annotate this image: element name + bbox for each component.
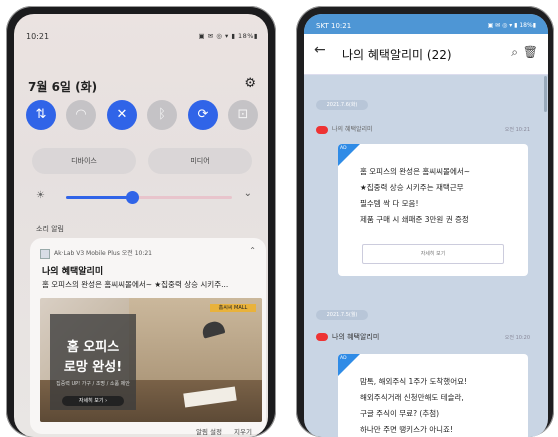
sender-name: 나의 혜택알리미 [332,333,380,341]
wifi-icon[interactable]: ◠ [66,100,96,130]
notification-title: 나의 혜택알리미 [42,267,104,277]
status-bar: SKT 10:21 ▣ ✉ ◎ ▾ ▮ 18%▮ [304,14,548,34]
bluetooth-icon[interactable]: ᛒ [147,100,177,130]
message-bubble[interactable]: AD 맘톡, 해외주식 1주가 도착했어요! 해외주식거래 신청만해도 테슬라,… [338,354,528,437]
message-time: 오전 10:21 [504,127,530,133]
message-time: 오전 10:20 [504,335,530,341]
status-indicators: ▣ ✉ ◎ ▾ ▮ 18%▮ [198,32,258,40]
brightness-thumb[interactable] [126,191,140,204]
notification-image[interactable]: 홈씨씨 MALL 홈 오피스 로망 완성! 집중력 UP! 가구 / 조명 / … [40,298,262,422]
status-bar: 10:21 ▣ ✉ ◎ ▾ ▮ 18%▮ [26,30,258,44]
app-bar: ← 나의 혜택알리미 (22) ⌕ 🗑 [304,34,548,75]
notification-header-text: Ak·Lab V3 Mobile Plus 오전 10:21 [54,250,152,257]
search-icon[interactable]: ⌕ [511,45,518,60]
notification-card[interactable]: Ak·Lab V3 Mobile Plus 오전 10:21 ⌃ 나의 혜택알리… [30,238,266,434]
status-carrier-time: SKT 10:21 [316,22,352,30]
expand-icon[interactable]: ⌃ [249,246,256,255]
notification-settings-link[interactable]: 알림 설정 [196,428,222,436]
panel-date: 7월 6일 (화) [28,80,98,94]
image-cta-button[interactable]: 자세히 보기 › [62,396,124,406]
message-line: 구글 주식이 무료? (추첨) [360,409,440,418]
left-phone-frame: 10:21 ▣ ✉ ◎ ▾ ▮ 18%▮ 7월 6일 (화) ⚙ ⇅ ◠ ✕ ᛒ… [6,6,276,437]
chevron-down-icon[interactable]: ⌄ [244,188,252,199]
auto-rotate-icon[interactable]: ⟳ [188,100,218,130]
page-title: 나의 혜택알리미 (22) [342,48,452,62]
sender-avatar [316,125,328,134]
app-icon [40,248,50,259]
brightness-slider[interactable] [66,191,232,204]
notification-body: 홈 오피스의 완성은 홈씨씨몰에서~ ★집중력 상승 시키주... [42,280,229,289]
section-label: 소리 알림 [36,225,64,233]
image-logo: 홈씨씨 MALL [210,304,256,312]
message-line: 제품 구매 시 쇄패준 3만원 권 증정 [360,215,469,224]
right-phone-frame: SKT 10:21 ▣ ✉ ◎ ▾ ▮ 18%▮ ← 나의 혜택알리미 (22)… [296,6,554,437]
brightness-fill [66,196,133,199]
notification-footer: 알림 설정 지우기 [186,426,252,436]
brightness-icon: ☀ [36,190,45,201]
settings-gear-icon[interactable]: ⚙ [244,76,256,91]
message-line: 필수템 싹 다 모음! [360,199,419,208]
quick-settings-row: ⇅ ◠ ✕ ᛒ ⟳ ⊡ [26,100,258,132]
message-line: ★집중력 상승 시키주는 재택근무 [360,183,464,192]
status-time: 10:21 [26,32,50,41]
notification-panel-screen: 10:21 ▣ ✉ ◎ ▾ ▮ 18%▮ 7월 6일 (화) ⚙ ⇅ ◠ ✕ ᛒ… [14,14,268,437]
image-headline-1: 홈 오피스 [66,340,120,355]
message-line: 해외주식거래 신청만해도 테슬라, [360,393,464,402]
ad-ribbon-label: AD [340,146,347,151]
scrollbar[interactable] [544,76,547,112]
flashlight-icon[interactable]: ⊡ [228,100,258,130]
sender-avatar [316,333,328,341]
date-separator: 2021.7.6(화) [316,100,368,110]
date-separator: 2021.7.5(월) [316,310,368,320]
sender-row: 나의 혜택알리미 [316,124,373,134]
image-subtext: 집중력 UP! 가구 / 조명 / 소품 제안 [56,381,130,387]
image-text-panel: 홈 오피스 로망 완성! 집중력 UP! 가구 / 조명 / 소품 제안 자세히… [50,314,136,410]
ad-ribbon-label: AD [340,356,347,361]
message-line: 하나만 주면 땡키스가 아니죠! [360,425,453,434]
image-headline-2: 로망 완성! [63,360,123,375]
message-line: 홈 오피스의 완성은 홈씨씨몰에서~ [360,167,471,176]
message-line: 맘톡, 해외주식 1주가 도착했어요! [360,377,468,386]
notification-header: Ak·Lab V3 Mobile Plus 오전 10:21 [40,248,152,259]
message-bubble[interactable]: AD 홈 오피스의 완성은 홈씨씨몰에서~ ★집중력 상승 시키주는 재택근무 … [338,144,528,276]
sound-mute-icon[interactable]: ✕ [107,100,137,130]
sender-name: 나의 혜택알리미 [332,126,373,133]
status-indicators: ▣ ✉ ◎ ▾ ▮ 18%▮ [487,22,536,29]
media-pill-button[interactable]: 미디어 [148,148,252,174]
details-button[interactable]: 자세히 보기 [362,244,504,264]
clear-notifications-link[interactable]: 지우기 [234,428,252,436]
back-arrow-icon[interactable]: ← [314,42,326,58]
message-list-screen: SKT 10:21 ▣ ✉ ◎ ▾ ▮ 18%▮ ← 나의 혜택알리미 (22)… [304,14,548,437]
data-transfer-icon[interactable]: ⇅ [26,100,56,130]
device-pill-button[interactable]: 디바이스 [32,148,136,174]
sender-row: 나의 혜택알리미 [316,332,379,342]
trash-icon[interactable]: 🗑 [523,45,538,59]
